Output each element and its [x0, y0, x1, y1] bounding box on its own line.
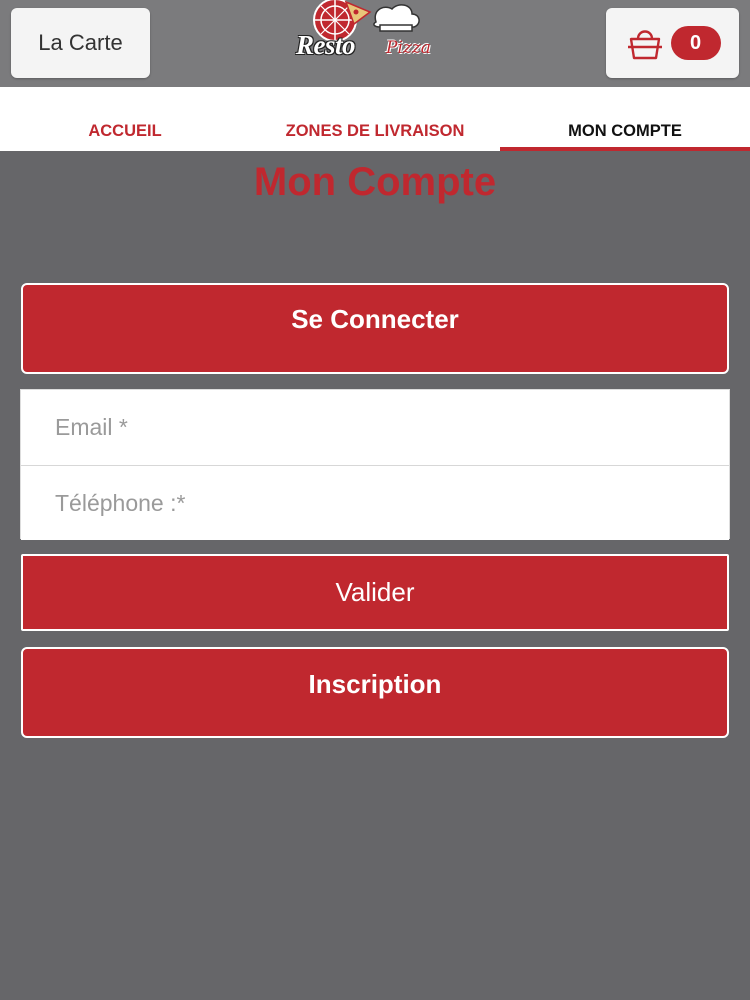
tab-accueil[interactable]: ACCUEIL	[0, 87, 250, 151]
submit-button[interactable]: Valider	[21, 554, 729, 631]
cart-count-badge: 0	[670, 26, 721, 60]
menu-button[interactable]: La Carte	[11, 8, 150, 78]
login-toggle-button[interactable]: Se Connecter	[21, 283, 729, 374]
shopping-bag-icon	[627, 30, 662, 60]
logo-subtext: Pizza	[386, 38, 431, 58]
login-form	[20, 389, 730, 540]
tab-zones-de-livraison[interactable]: ZONES DE LIVRAISON	[250, 87, 500, 151]
logo-text: Resto	[296, 30, 356, 60]
app-header: La Carte Resto Pizza 0	[0, 0, 750, 87]
nav-tabs: ACCUEIL ZONES DE LIVRAISON MON COMPTE	[0, 87, 750, 151]
email-field[interactable]	[21, 390, 729, 465]
cart-button[interactable]: 0	[606, 8, 739, 78]
signup-button[interactable]: Inscription	[21, 647, 729, 738]
page-title: Mon Compte	[253, 160, 497, 204]
phone-field[interactable]	[21, 465, 729, 540]
logo[interactable]: Resto Pizza	[288, 0, 460, 66]
tab-mon-compte[interactable]: MON COMPTE	[500, 87, 750, 151]
